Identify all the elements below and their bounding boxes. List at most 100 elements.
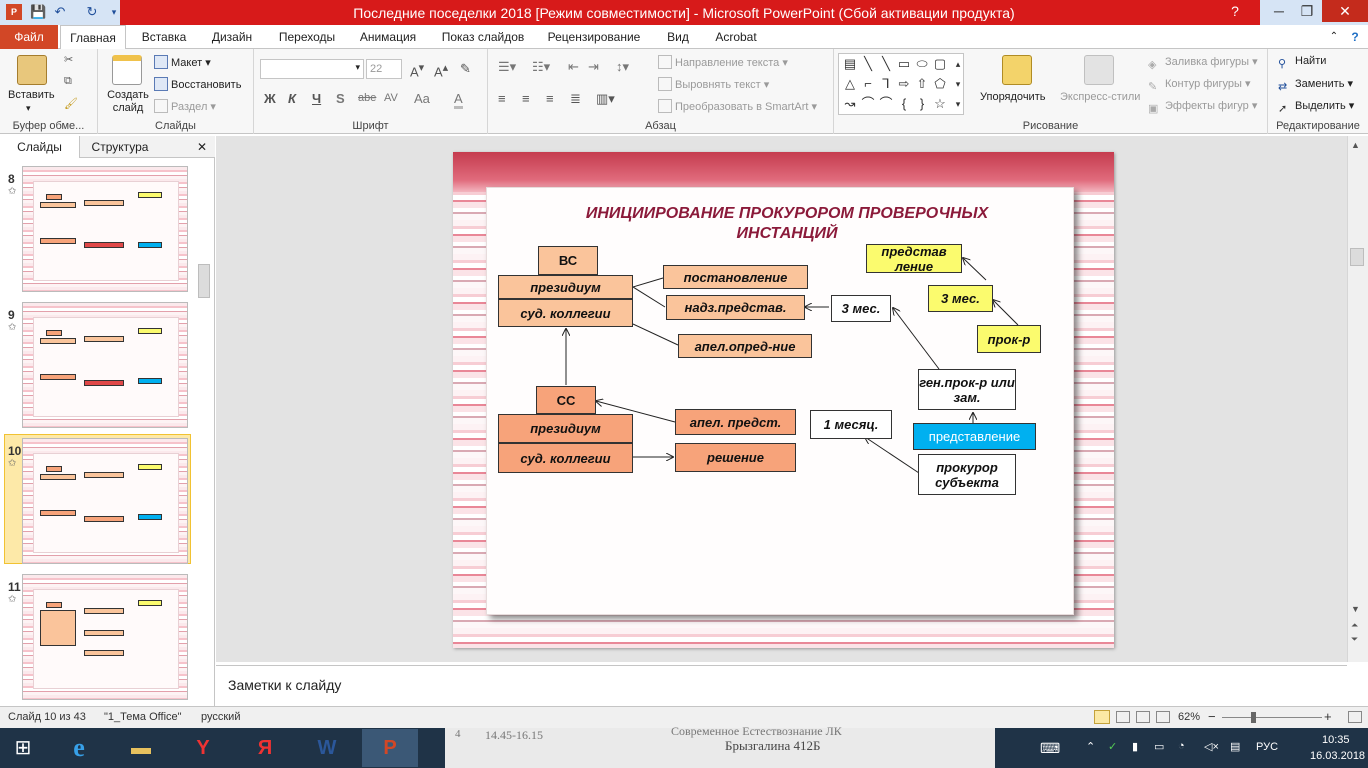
textbox-shape-icon[interactable]: ▤ <box>843 57 857 71</box>
keyboard-icon[interactable]: ⌨ <box>1040 740 1060 757</box>
thumbnail-slide-10[interactable]: 10 ✩ <box>0 438 195 568</box>
box-ss-sud[interactable]: суд. коллегии <box>498 443 633 473</box>
powerpoint-taskbar-icon[interactable]: P <box>362 729 418 767</box>
scrollbar-thumb[interactable] <box>1350 248 1364 266</box>
file-explorer-icon[interactable]: ▬ <box>118 729 164 767</box>
box-postanovlenie[interactable]: постановление <box>663 265 808 289</box>
input-language[interactable]: РУС <box>1256 741 1278 753</box>
arc-shape-icon[interactable]: ⌒ <box>861 97 875 111</box>
word-icon[interactable]: W <box>304 729 350 767</box>
tab-design[interactable]: Дизайн <box>200 25 264 49</box>
box-nadz-predstav[interactable]: надз.представ. <box>666 295 805 320</box>
box-apel-predst[interactable]: апел. предст. <box>675 409 796 435</box>
font-color-button[interactable]: A <box>454 91 463 109</box>
brace-left-icon[interactable]: { <box>897 97 911 111</box>
arrow-up-shape-icon[interactable]: ⇧ <box>915 77 929 91</box>
thumbnail-slide-8[interactable]: 8 ✩ <box>0 166 195 296</box>
reading-view-icon[interactable] <box>1136 711 1150 723</box>
clear-format-icon[interactable]: ✎ <box>460 61 471 77</box>
clock-time[interactable]: 10:35 <box>1322 734 1350 746</box>
tab-acrobat[interactable]: Acrobat <box>706 25 766 49</box>
yandex-icon[interactable]: Я <box>242 729 288 767</box>
tab-view[interactable]: Вид <box>656 25 700 49</box>
yandex-browser-icon[interactable]: Y <box>180 729 226 767</box>
justify-icon[interactable]: ≣ <box>570 91 581 107</box>
change-case-button[interactable]: Aa <box>414 91 430 106</box>
box-predstavlenie-yellow[interactable]: представ ление <box>866 244 962 274</box>
reset-button[interactable]: Восстановить <box>154 77 241 91</box>
action-center-icon[interactable]: ▤ <box>1230 740 1240 753</box>
layout-button[interactable]: Макет ▾ <box>154 55 211 69</box>
tab-file[interactable]: Файл <box>0 25 58 49</box>
scroll-down-icon[interactable]: ▼ <box>1351 604 1360 614</box>
tab-animation[interactable]: Анимация <box>350 25 426 49</box>
arrange-button[interactable]: Упорядочить <box>980 91 1045 103</box>
decrease-indent-icon[interactable]: ⇤ <box>568 59 579 75</box>
paste-button[interactable]: Вставить <box>8 89 55 101</box>
align-center-icon[interactable]: ≡ <box>522 91 530 106</box>
section-button[interactable]: Раздел ▾ <box>154 99 216 113</box>
tab-insert[interactable]: Вставка <box>132 25 196 49</box>
help-icon[interactable]: ? <box>1346 25 1364 49</box>
language-indicator[interactable]: русский <box>201 711 240 723</box>
box-1-mesyac[interactable]: 1 месяц. <box>810 410 892 439</box>
box-prokuror-subekta[interactable]: прокурор субъекта <box>918 454 1016 495</box>
fit-to-window-icon[interactable] <box>1348 711 1362 723</box>
shape-outline-button[interactable]: ✎ Контур фигуры ▾ <box>1148 77 1251 94</box>
gallery-down-icon[interactable]: ▾ <box>951 77 965 91</box>
show-hidden-icon[interactable]: ⌃ <box>1086 740 1095 753</box>
notes-placeholder[interactable]: Заметки к слайду <box>228 677 341 693</box>
box-gen-prok[interactable]: ген.прок-р или зам. <box>918 369 1016 410</box>
paste-dropdown-icon[interactable]: ▾ <box>26 103 31 114</box>
box-vs-sud[interactable]: суд. коллегии <box>498 299 633 327</box>
columns-icon[interactable]: ▥▾ <box>596 91 615 107</box>
panel-scrollbar-thumb[interactable] <box>198 264 210 298</box>
grow-font-icon[interactable]: A▴ <box>434 61 448 79</box>
triangle-shape-icon[interactable]: △ <box>843 77 857 91</box>
zoom-out-button[interactable]: − <box>1208 709 1216 724</box>
previous-slide-icon[interactable]: ⏶ <box>1351 620 1358 631</box>
box-vs[interactable]: ВС <box>538 246 598 275</box>
font-name-select[interactable]: ▾ <box>260 59 364 79</box>
box-predstavlenie-blue[interactable]: представление <box>913 423 1036 450</box>
thumbnail-slide-11[interactable]: 11 ✩ <box>0 574 195 704</box>
slide-vertical-scrollbar[interactable]: ▲ ▼ ⏶ ⏷ <box>1347 136 1368 662</box>
cut-icon[interactable]: ✂ <box>64 53 73 66</box>
box-3-mes-white[interactable]: 3 мес. <box>831 295 891 322</box>
collapse-ribbon-icon[interactable]: ⌃ <box>1326 25 1342 49</box>
gallery-up-icon[interactable]: ▴ <box>951 57 965 71</box>
elbow-connector-icon[interactable]: ⌐ <box>861 77 875 91</box>
wifi-icon[interactable]: ◔ <box>1178 740 1185 752</box>
font-size-select[interactable]: 22 <box>366 59 402 79</box>
elbow-connector-icon[interactable]: ⅂ <box>879 77 893 91</box>
oval-shape-icon[interactable]: ⬭ <box>915 57 929 71</box>
line-shape-icon[interactable]: ╲ <box>861 57 875 71</box>
find-button[interactable]: ⚲ Найти <box>1278 55 1326 71</box>
copy-icon[interactable]: ⧉ <box>64 75 72 88</box>
italic-button[interactable]: К <box>288 91 296 106</box>
start-button-icon[interactable]: ⊞ <box>0 729 46 767</box>
increase-indent-icon[interactable]: ⇥ <box>588 59 599 75</box>
shrink-font-icon[interactable]: A▾ <box>410 61 424 79</box>
star-shape-icon[interactable]: ☆ <box>933 97 947 111</box>
box-3-mes-yellow[interactable]: 3 мес. <box>928 285 993 312</box>
help-button[interactable]: ? <box>1218 0 1252 22</box>
align-text-button[interactable]: Выровнять текст ▾ <box>658 77 769 91</box>
close-button[interactable]: ✕ <box>1322 0 1368 22</box>
tab-slideshow[interactable]: Показ слайдов <box>432 25 534 49</box>
internet-explorer-icon[interactable]: e <box>56 729 102 767</box>
bold-button[interactable]: Ж <box>264 91 276 106</box>
box-ss-presidium[interactable]: президиум <box>498 414 633 443</box>
zoom-in-button[interactable]: + <box>1324 709 1332 724</box>
bullets-icon[interactable]: ☰▾ <box>498 59 516 75</box>
slideshow-icon[interactable] <box>1156 711 1170 723</box>
tab-outline[interactable]: Структура <box>82 136 158 158</box>
brace-right-icon[interactable]: } <box>915 97 929 111</box>
rectangle-shape-icon[interactable]: ▭ <box>897 57 911 71</box>
char-spacing-button[interactable]: AV <box>384 92 398 104</box>
tab-transitions[interactable]: Переходы <box>268 25 346 49</box>
normal-view-icon[interactable] <box>1094 710 1110 724</box>
underline-button[interactable]: Ч <box>312 91 321 106</box>
slide-sorter-icon[interactable] <box>1116 711 1130 723</box>
rounded-rect-shape-icon[interactable]: ▢ <box>933 57 947 71</box>
